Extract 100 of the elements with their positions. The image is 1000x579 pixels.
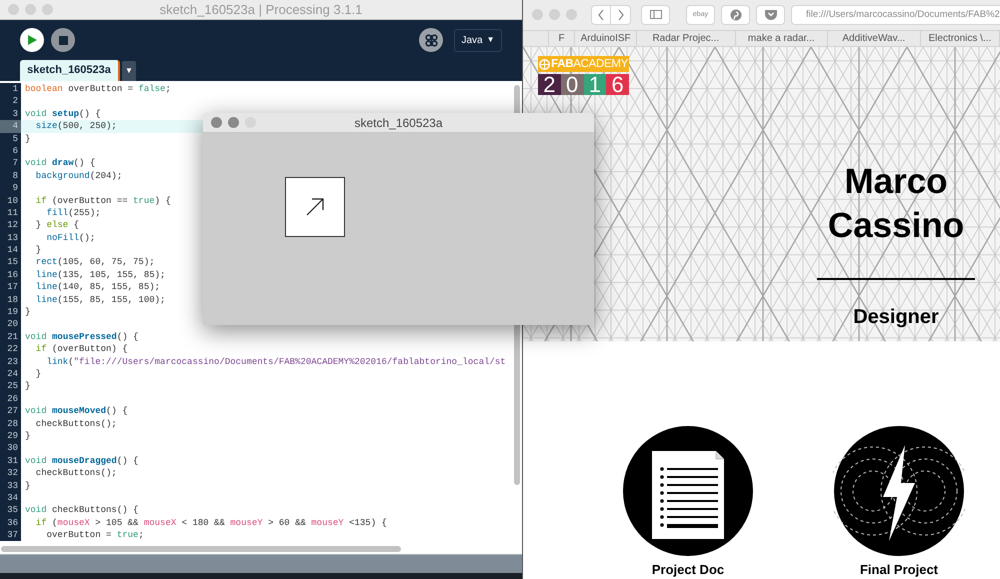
bookmark-link[interactable]: make a radar... [748, 30, 815, 46]
line-number: 30 [0, 442, 21, 455]
code-line: fill(255); [46, 206, 101, 220]
pocket-button[interactable] [756, 4, 785, 25]
year-digit: 0 [560, 74, 584, 96]
sidebar-icon [650, 10, 662, 20]
forward-button[interactable] [611, 4, 631, 25]
chevron-left-icon [598, 10, 604, 20]
year-digit: 1 [584, 74, 606, 96]
pinterest-button[interactable] [721, 4, 750, 25]
code-line: } [25, 132, 30, 145]
code-line: checkButtons(); [34, 418, 117, 430]
line-number: 3 [0, 108, 21, 120]
year-digit: 2 [538, 74, 561, 96]
line-number: 11 [0, 206, 21, 220]
code-line: line(155, 85, 155, 100); [34, 294, 166, 306]
line-number: 19 [0, 306, 21, 318]
code-line: checkButtons(); [34, 467, 117, 480]
code-line: line(135, 105, 155, 85); [34, 268, 166, 282]
window-control-icon[interactable] [228, 117, 239, 128]
line-number: 29 [0, 430, 21, 442]
play-icon [28, 35, 36, 45]
line-number: 12 [0, 219, 21, 232]
line-number: 13 [0, 232, 21, 244]
line-number: 31 [0, 454, 21, 468]
window-title: sketch_160523a | Processing 3.1.1 [160, 0, 362, 19]
chevron-right-icon [618, 10, 624, 20]
code-line: } [25, 480, 30, 492]
code-line: } else { [34, 219, 80, 232]
code-line: if (overButton) { [34, 343, 128, 356]
line-number: 2 [0, 95, 21, 108]
line-number: 32 [0, 467, 21, 480]
logo-text: FABACADEMY [551, 58, 628, 70]
line-number: 24 [0, 368, 21, 380]
butterfly-icon [424, 34, 438, 46]
line-number: 34 [0, 492, 21, 504]
code-line: } [25, 430, 30, 442]
code-line: void setup() { [25, 108, 101, 120]
bookmark-link[interactable]: ArduinoISF [580, 30, 631, 46]
scrollbar-thumb[interactable] [1, 546, 401, 552]
pin-icon [730, 8, 742, 21]
code-line: void checkButtons() { [25, 504, 138, 517]
line-number: 15 [0, 256, 21, 269]
lightning-icon[interactable] [833, 424, 965, 556]
person-name: Marco Cassino [826, 161, 966, 248]
line-number: 10 [0, 194, 21, 207]
line-number: 7 [0, 157, 21, 170]
card-link[interactable]: Final Project [860, 560, 938, 579]
line-number: 17 [0, 281, 21, 294]
line-number: 23 [0, 356, 21, 368]
code-line: } [25, 380, 30, 393]
line-number: 20 [0, 318, 21, 331]
bookmark-link[interactable]: F [558, 30, 565, 46]
card-link[interactable]: Project Doc [652, 560, 724, 579]
code-line: if (overButton == true) { [34, 194, 171, 207]
tab-menu-button[interactable]: ▼ [122, 61, 136, 81]
stop-button[interactable] [51, 28, 75, 52]
sidebar-button[interactable] [641, 4, 670, 25]
code-line: boolean overButton = false; [25, 83, 171, 96]
line-number: 25 [0, 380, 21, 393]
bookmark-link[interactable]: AdditiveWav... [842, 30, 906, 46]
code-line: } [25, 306, 30, 318]
sketch-tab[interactable]: sketch_160523a [20, 60, 120, 81]
line-number: 6 [0, 144, 21, 158]
line-number: 27 [0, 405, 21, 418]
code-line: background(204); [34, 170, 122, 182]
line-number: 35 [0, 504, 21, 517]
code-line: line(140, 85, 155, 85); [34, 281, 160, 294]
line-number: 37 [0, 529, 21, 542]
canvas-button[interactable] [285, 177, 345, 237]
address-field[interactable]: file:///Users/marcocassino/Documents/FAB%2 [791, 4, 1000, 25]
bookmark-link[interactable]: Electronics \... [928, 30, 992, 46]
code-line: link("file:///Users/marcocassino/Documents/FAB%20ACADEMY%202016/fablabtorino_local/st [46, 356, 506, 368]
line-number: 26 [0, 392, 21, 406]
back-button[interactable] [591, 4, 611, 25]
window-title: sketch_160523a [354, 114, 443, 132]
line-number: 16 [0, 268, 21, 282]
bookmark-link[interactable]: Radar Projec... [652, 30, 720, 46]
document-icon[interactable] [622, 424, 754, 556]
line-number: 21 [0, 330, 21, 344]
role-title: Designer [853, 305, 939, 330]
line-number: 22 [0, 343, 21, 356]
line-number: 4 [0, 120, 21, 133]
line-number: 36 [0, 516, 21, 530]
window-control-icon[interactable] [211, 117, 222, 128]
code-line: rect(105, 60, 75, 75); [34, 256, 155, 269]
code-line: } [34, 244, 42, 256]
debug-button[interactable] [419, 28, 443, 52]
code-line: size(500, 250); [34, 120, 117, 133]
code-line: if (mouseX > 105 && mouseX < 180 && mouseY > 60 && mouseY <135) { [34, 516, 387, 530]
line-number: 9 [0, 182, 21, 195]
globe-icon [539, 58, 550, 71]
mode-dropdown[interactable]: Java ▼ [454, 28, 502, 52]
code-line: noFill(); [46, 232, 96, 244]
line-number: 8 [0, 170, 21, 182]
year-digit: 6 [606, 74, 629, 96]
code-line: overButton = true; [46, 529, 144, 542]
shield-icon [764, 9, 776, 20]
run-button[interactable] [20, 28, 44, 52]
arrow-up-right-icon [306, 198, 324, 216]
